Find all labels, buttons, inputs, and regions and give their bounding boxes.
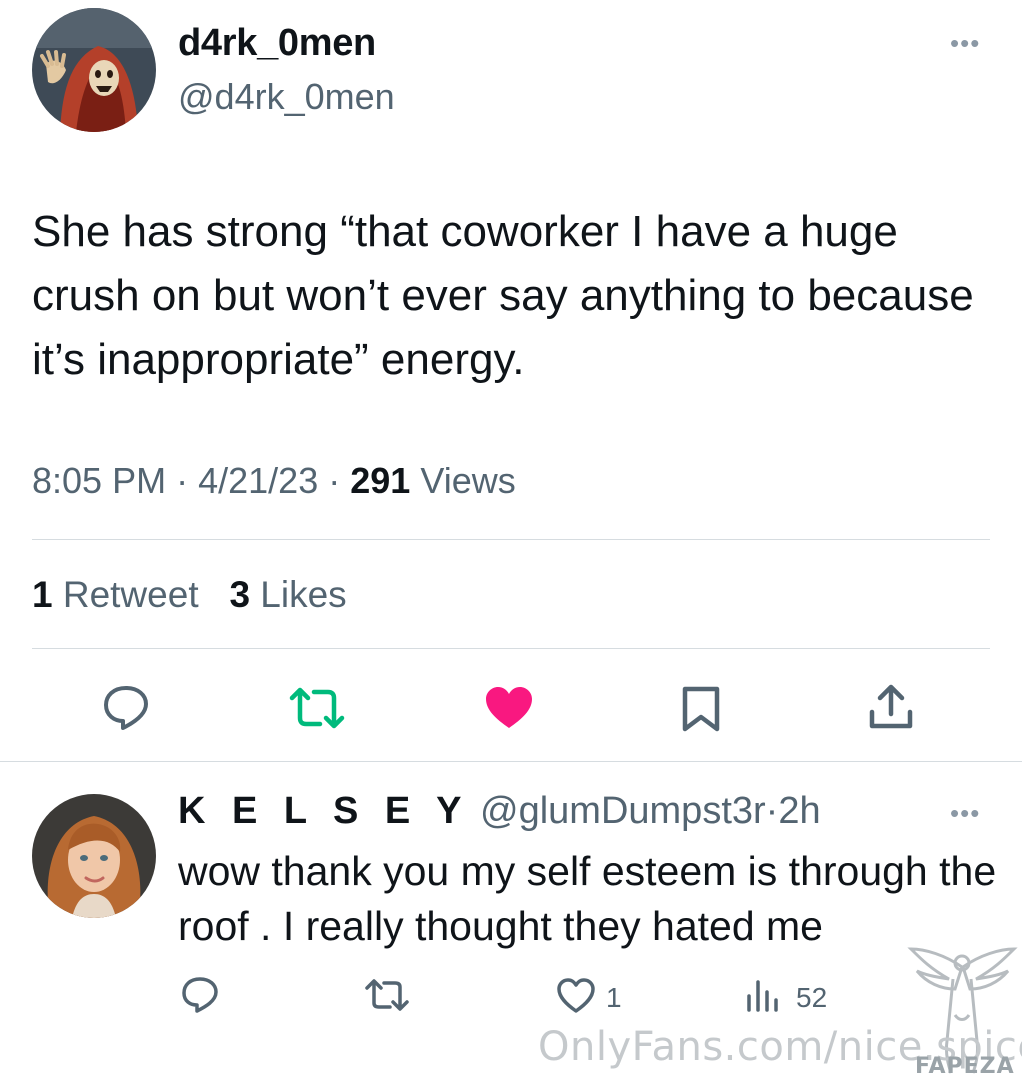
likes-count: 3 — [229, 574, 251, 615]
author-handle[interactable]: @d4rk_0men — [178, 76, 395, 118]
views-count: 291 — [350, 460, 411, 501]
like-button[interactable] — [484, 686, 534, 730]
views-label: Views — [420, 460, 516, 501]
reply-author-handle[interactable]: @glumDumpst3r — [480, 790, 766, 832]
meta-separator: · — [176, 460, 189, 501]
retweets-count: 1 — [32, 574, 53, 615]
more-options-button[interactable]: ••• — [950, 30, 980, 56]
heart-icon — [486, 687, 532, 728]
reply-more-options-button[interactable]: ••• — [950, 800, 980, 826]
retweet-button[interactable] — [288, 686, 346, 730]
reply-like-count: 1 — [606, 982, 622, 1013]
reply-views-count: 52 — [796, 982, 828, 1013]
tweet-text: She has strong “that coworker I have a h… — [32, 207, 974, 384]
reply-like-button[interactable] — [556, 978, 596, 1014]
likes-label: Likes — [260, 574, 347, 615]
tweet-stats: 1 Retweet 3 Likes — [32, 574, 347, 616]
reply-button[interactable] — [101, 684, 151, 732]
more-dots-icon: ••• — [950, 28, 981, 58]
woman-photo-avatar — [32, 794, 156, 918]
bookmark-icon — [682, 686, 720, 732]
tweet-date[interactable]: 4/21/23 — [198, 460, 318, 501]
reply-retweet-button[interactable] — [364, 978, 410, 1012]
meta-separator: · — [328, 460, 341, 501]
hooded-figure-avatar — [32, 8, 156, 132]
heart-outline-icon — [557, 978, 595, 1013]
reply-bubble-icon — [182, 977, 218, 1013]
reply-header: K E L S E Y @glumDumpst3r·2h — [178, 790, 821, 833]
reply-views-button[interactable] — [744, 978, 782, 1012]
reply-timestamp[interactable]: 2h — [778, 790, 820, 832]
reply-author-avatar[interactable] — [32, 794, 156, 918]
bookmark-button[interactable] — [681, 686, 721, 732]
retweets-stat[interactable]: 1 Retweet — [32, 574, 199, 615]
reply-author-display-name[interactable]: K E L S E Y — [178, 790, 469, 832]
meta-separator: · — [765, 790, 779, 832]
reply-bubble-icon — [104, 686, 148, 730]
divider — [32, 539, 990, 540]
retweets-label: Retweet — [62, 574, 199, 615]
likes-stat[interactable]: 3 Likes — [229, 574, 346, 615]
author-avatar[interactable] — [32, 8, 156, 132]
author-display-name[interactable]: d4rk_0men — [178, 22, 376, 65]
views-bar-chart-icon — [747, 980, 778, 1012]
more-dots-icon: ••• — [950, 798, 981, 828]
divider — [32, 648, 990, 649]
tweet-time[interactable]: 8:05 PM — [32, 460, 166, 501]
share-icon — [869, 684, 913, 729]
share-button[interactable] — [868, 684, 914, 730]
reply-text: wow thank you my self esteem is through … — [178, 848, 997, 949]
divider — [0, 761, 1022, 762]
watermark-logo-text: FAPEZA — [915, 1054, 1015, 1079]
reply-reply-button[interactable] — [180, 976, 220, 1014]
tweet-meta: 8:05 PM · 4/21/23 · 291 Views — [32, 460, 516, 502]
retweet-icon — [289, 687, 345, 729]
retweet-icon — [365, 979, 409, 1011]
